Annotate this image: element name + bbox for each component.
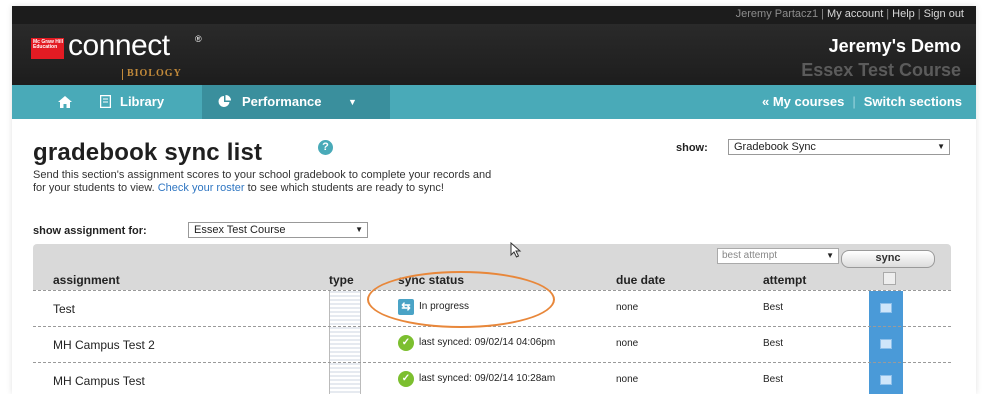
row-checkbox[interactable] [880, 303, 892, 313]
sign-out-link[interactable]: Sign out [924, 8, 964, 20]
show-label: show: [676, 142, 708, 154]
assignment-name[interactable]: MH Campus Test [53, 374, 145, 388]
assignment-type-icon [329, 363, 361, 394]
page-title: gradebook sync list [33, 139, 263, 166]
header-user-title: Jeremy's Demo [828, 36, 961, 56]
user-name: Jeremy Partacz1 [735, 8, 819, 20]
attempt-value: Best [763, 338, 784, 349]
assignment-name[interactable]: Test [53, 302, 75, 316]
mouse-cursor-icon [510, 242, 522, 258]
utility-bar: Jeremy Partacz1 | My account | Help | Sign out [12, 6, 976, 24]
row-select-cell [869, 327, 903, 363]
help-icon[interactable]: ? [318, 140, 333, 155]
mcgraw-hill-logo: Mc Graw Hill Education [31, 38, 64, 59]
header-course-title: Essex Test Course [801, 60, 961, 80]
row-select-cell [869, 291, 903, 327]
nav-performance[interactable]: Performance ▼ [202, 85, 390, 119]
help-link[interactable]: Help [892, 8, 915, 20]
utility-links: Jeremy Partacz1 | My account | Help | Sign out [735, 8, 964, 20]
home-icon [58, 96, 72, 108]
nav-right-links: « My courses | Switch sections [761, 94, 962, 109]
pie-chart-icon [218, 95, 231, 107]
library-icon [100, 95, 111, 108]
table-row: MH Campus Test ✓ last synced: 09/02/14 1… [33, 362, 951, 394]
table-row: MH Campus Test 2 ✓ last synced: 09/02/14… [33, 326, 951, 363]
header-type[interactable]: type [329, 273, 354, 287]
my-account-link[interactable]: My account [827, 8, 883, 20]
assignment-type-icon [329, 327, 361, 363]
highlight-annotation [367, 271, 555, 328]
home-nav-button[interactable] [50, 85, 80, 119]
assignment-type-icon [329, 291, 361, 327]
dropdown-arrow-icon: ▼ [937, 142, 945, 151]
trademark-mark: ® [195, 34, 202, 44]
app-header: Mc Graw Hill Education connect ® BIOLOGY… [12, 24, 976, 85]
performance-label: Performance [242, 94, 322, 109]
sync-button[interactable]: sync [841, 250, 935, 268]
select-all-checkbox[interactable] [883, 272, 896, 285]
row-checkbox[interactable] [880, 375, 892, 385]
due-date: none [616, 302, 639, 313]
row-select-cell [869, 363, 903, 394]
header-attempt[interactable]: attempt [763, 273, 806, 287]
app-window: Jeremy Partacz1 | My account | Help | Sign out… [12, 6, 976, 394]
row-checkbox[interactable] [880, 339, 892, 349]
check-roster-link[interactable]: Check your roster [158, 182, 245, 194]
dropdown-arrow-icon: ▼ [355, 225, 363, 234]
attempt-value: Best [763, 374, 784, 385]
checkmark-icon: ✓ [398, 371, 414, 387]
my-courses-link[interactable]: « My courses [762, 94, 844, 109]
checkmark-icon: ✓ [398, 335, 414, 351]
header-assignment[interactable]: assignment [53, 273, 120, 287]
connect-logo: connect [68, 29, 170, 62]
switch-sections-link[interactable]: Switch sections [864, 94, 962, 109]
dropdown-arrow-icon: ▼ [826, 251, 834, 260]
assignment-name[interactable]: MH Campus Test 2 [53, 338, 155, 352]
show-select[interactable]: Gradebook Sync ▼ [728, 139, 950, 155]
due-date: none [616, 338, 639, 349]
assignment-filter-select[interactable]: Essex Test Course ▼ [188, 222, 368, 238]
header-due-date[interactable]: due date [616, 273, 665, 287]
assignment-filter-label: show assignment for: [33, 225, 147, 237]
library-label: Library [120, 94, 165, 109]
attempt-select[interactable]: best attempt ▼ [717, 248, 839, 264]
due-date: none [616, 374, 639, 385]
main-nav: Library Performance ▼ « My courses | Switc… [12, 85, 976, 119]
chevron-down-icon: ▼ [348, 97, 357, 107]
attempt-value: Best [763, 302, 784, 313]
subject-label: BIOLOGY [122, 68, 182, 80]
page-description: Send this section's assignment scores to… [33, 169, 492, 194]
